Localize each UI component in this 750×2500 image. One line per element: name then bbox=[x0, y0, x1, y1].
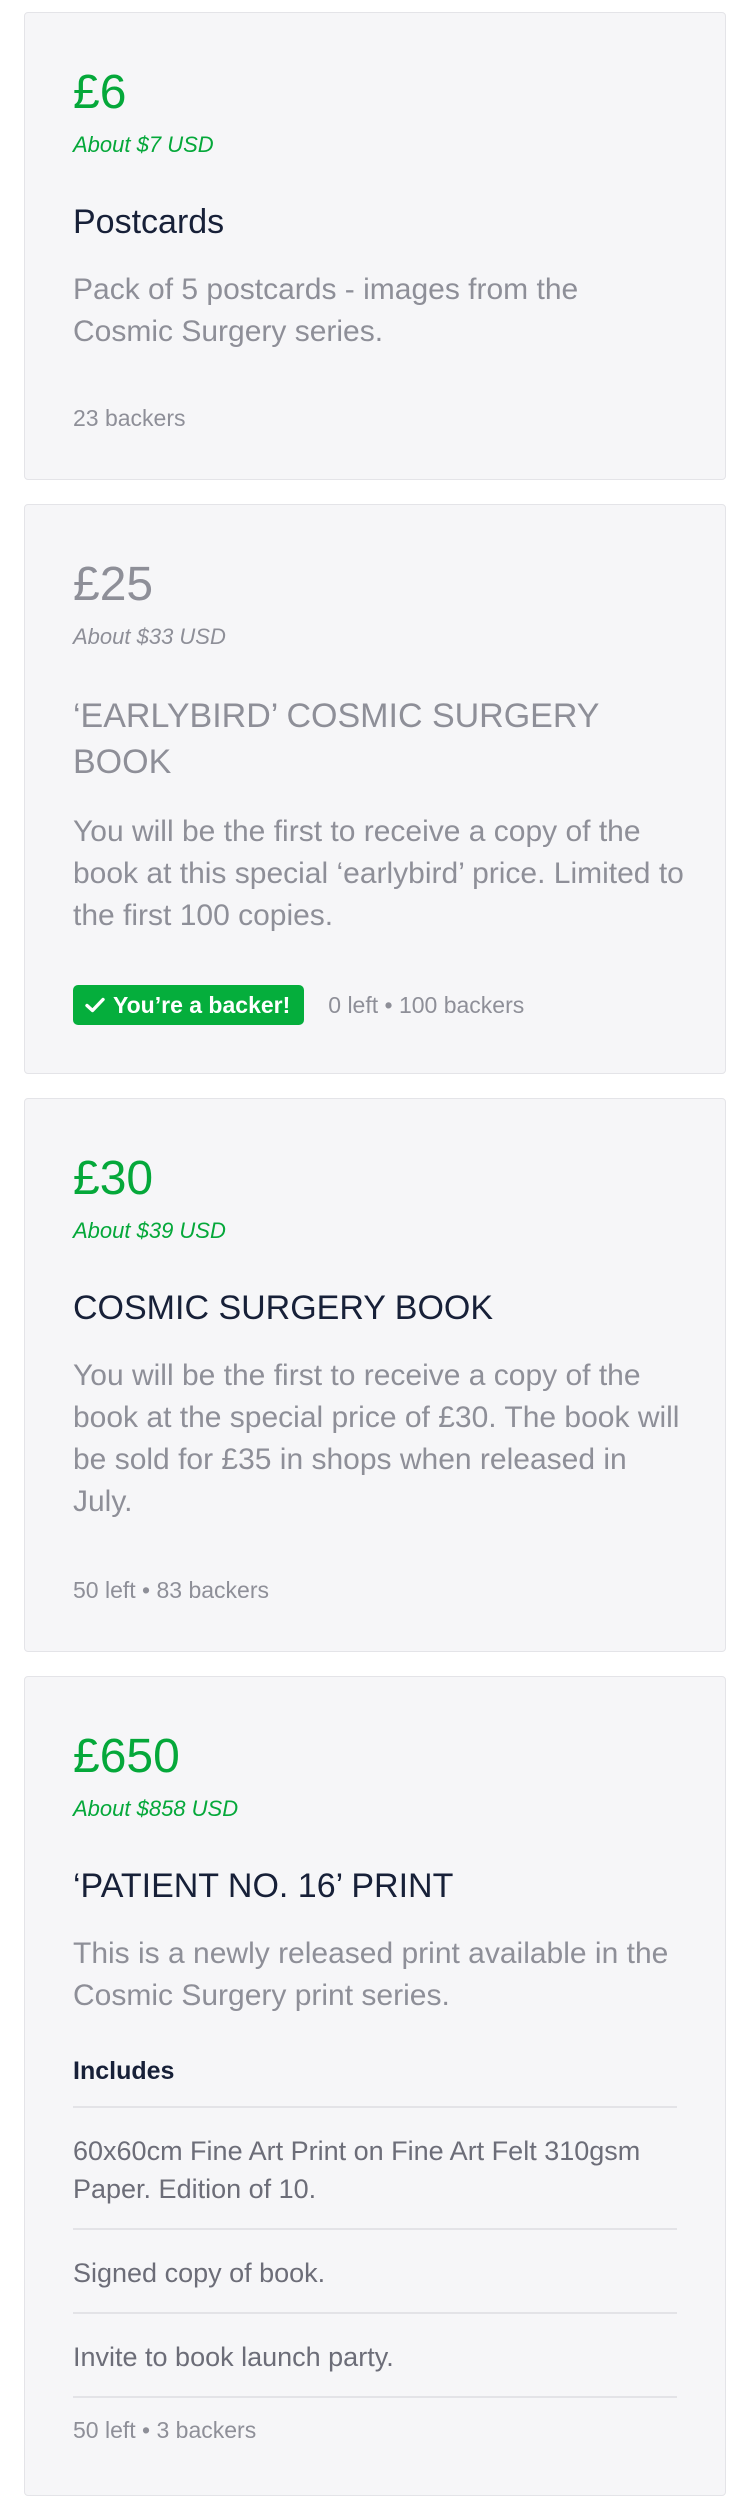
rewards-list: £6 About $7 USD Postcards Pack of 5 post… bbox=[0, 0, 750, 2496]
reward-description: Pack of 5 postcards - images from the Co… bbox=[73, 273, 579, 348]
reward-title: ‘PATIENT NO. 16’ PRINT bbox=[73, 1867, 454, 1905]
checkmark-icon bbox=[85, 997, 105, 1013]
includes-item: Signed copy of book. bbox=[73, 2228, 677, 2312]
reward-converted-amount: About $858 USD bbox=[73, 1796, 239, 1821]
reward-card[interactable]: £650 About $858 USD ‘PATIENT NO. 16’ PRI… bbox=[24, 1676, 726, 2496]
reward-amount: £650 bbox=[73, 1730, 180, 1783]
reward-title: ‘EARLYBIRD’ COSMIC SURGERY BOOK bbox=[73, 697, 599, 781]
reward-amount: £30 bbox=[73, 1152, 154, 1205]
reward-title: Postcards bbox=[73, 203, 225, 241]
reward-amount: £25 bbox=[73, 558, 154, 611]
includes-heading: Includes bbox=[73, 2057, 175, 2085]
reward-card[interactable]: £30 About $39 USD COSMIC SURGERY BOOK Yo… bbox=[24, 1098, 726, 1652]
reward-amount: £6 bbox=[73, 66, 127, 119]
backer-badge-label: You’re a backer! bbox=[113, 992, 291, 1018]
reward-title: COSMIC SURGERY BOOK bbox=[73, 1289, 494, 1327]
reward-converted-amount: About $33 USD bbox=[73, 624, 226, 649]
reward-meta: 0 left • 100 backers bbox=[328, 992, 525, 1018]
reward-description: You will be the first to receive a copy … bbox=[73, 1359, 680, 1518]
reward-card-backed[interactable]: £25 About $33 USD ‘EARLYBIRD’ COSMIC SUR… bbox=[24, 504, 726, 1074]
reward-description: You will be the first to receive a copy … bbox=[73, 815, 684, 932]
reward-card[interactable]: £6 About $7 USD Postcards Pack of 5 post… bbox=[24, 12, 726, 480]
reward-meta: 23 backers bbox=[73, 405, 186, 431]
reward-status-row: You’re a backer! 0 left • 100 backers bbox=[73, 985, 524, 1025]
backer-badge: You’re a backer! bbox=[73, 985, 305, 1025]
reward-meta: 50 left • 3 backers bbox=[73, 2417, 257, 2443]
includes-item: Invite to book launch party. bbox=[73, 2312, 677, 2398]
includes-item: 60x60cm Fine Art Print on Fine Art Felt … bbox=[73, 2106, 677, 2228]
reward-converted-amount: About $39 USD bbox=[73, 1218, 226, 1243]
includes-list: 60x60cm Fine Art Print on Fine Art Felt … bbox=[73, 2106, 677, 2398]
reward-meta: 50 left • 83 backers bbox=[73, 1577, 269, 1603]
reward-converted-amount: About $7 USD bbox=[73, 132, 214, 157]
reward-description: This is a newly released print available… bbox=[73, 1937, 669, 2012]
